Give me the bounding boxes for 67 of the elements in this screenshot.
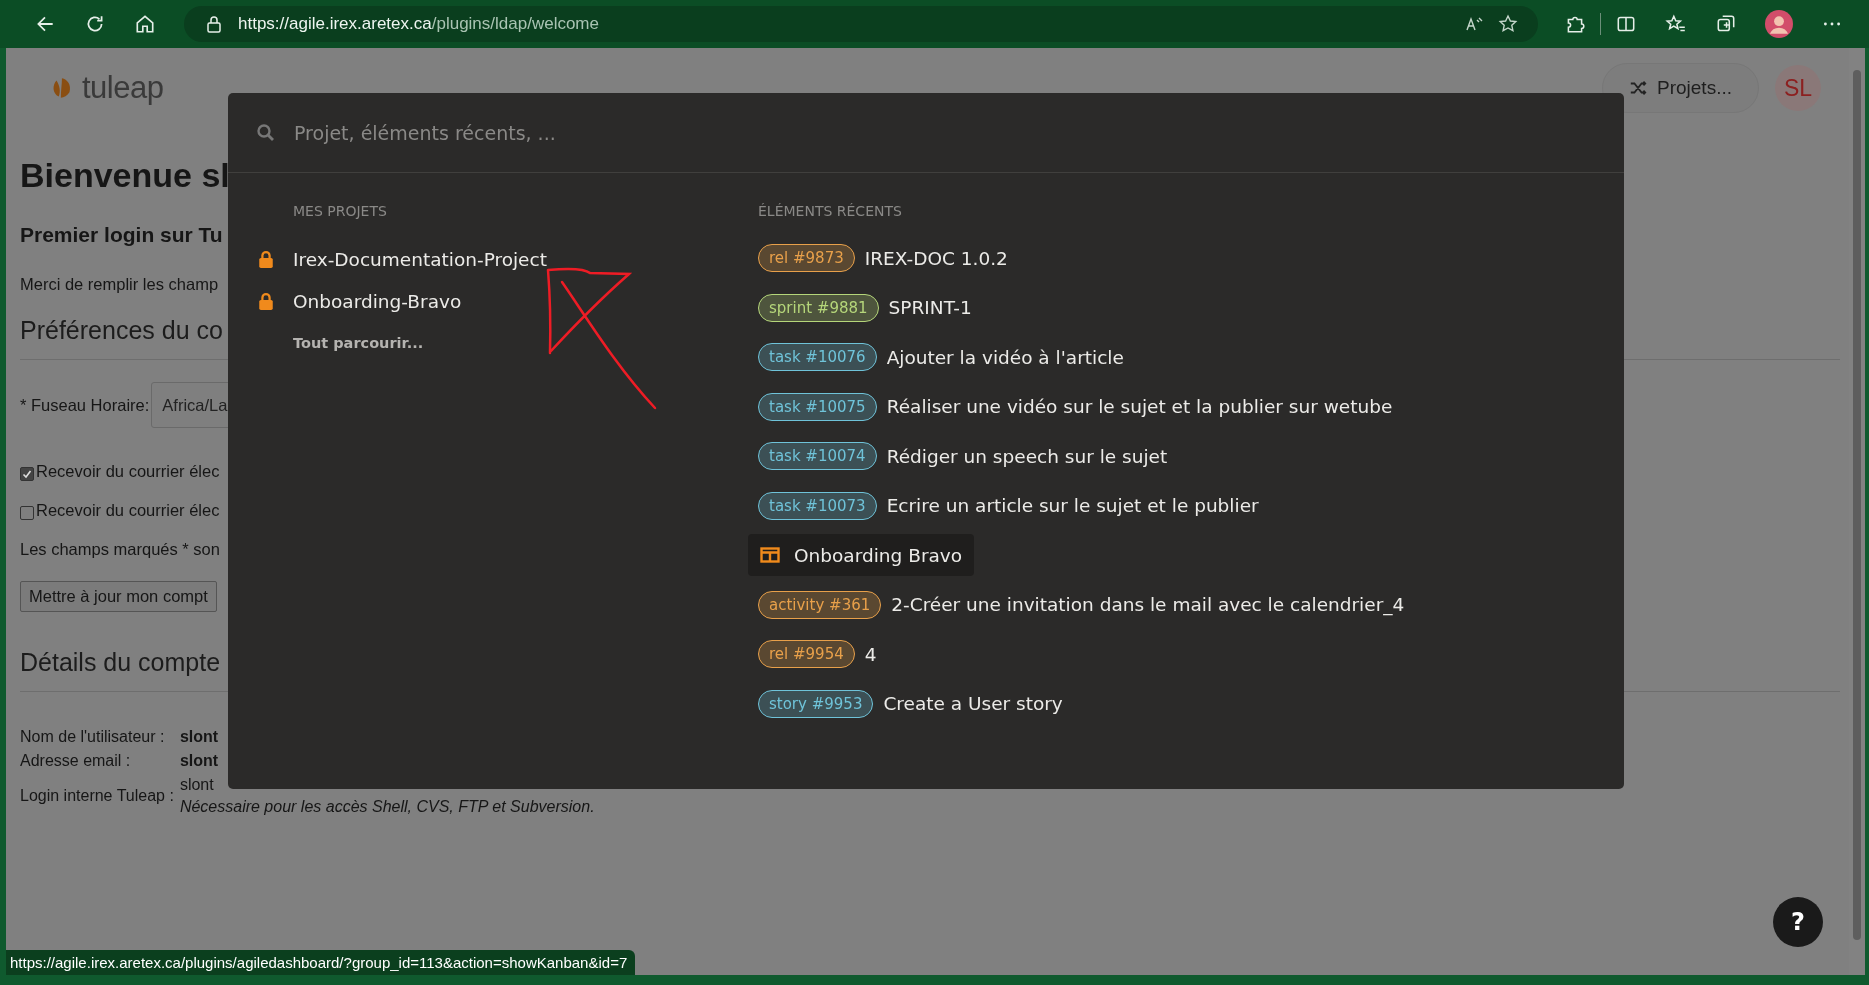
section-heading: Détails du compte: [20, 648, 221, 677]
page-title: Bienvenue sl: [20, 156, 230, 195]
help-button[interactable]: ?: [1773, 897, 1823, 947]
recent-item-title: Réaliser une vidéo sur le sujet et la publier sur wetube: [886, 396, 1393, 417]
section-heading: Préférences du co: [20, 316, 223, 345]
projects-button[interactable]: Projets...: [1602, 63, 1759, 113]
project-link[interactable]: Onboarding-Bravo: [293, 290, 462, 312]
detail-note: Nécessaire pour les accès Shell, CVS, FTP et Subversion.: [179, 798, 595, 816]
detail-label: Login interne Tuleap :: [20, 787, 174, 805]
recent-item-title: Ajouter la vidéo à l'article: [886, 346, 1124, 368]
detail-value: slont: [179, 752, 220, 770]
recent-item[interactable]: sprint #9881 SPRINT-1: [758, 286, 972, 329]
checkbox-label: Recevoir du courrier élec: [36, 462, 220, 481]
artifact-badge: rel #9954: [758, 640, 855, 668]
recent-item-title: Ecrire un article sur le sujet et le publier: [886, 495, 1259, 516]
checkbox[interactable]: [20, 506, 34, 520]
search-field[interactable]: Projet, éléments récents, ...: [292, 120, 1624, 145]
address-bar[interactable]: https://agile.irex.aretex.ca/plugins/ldap/welcome: [184, 6, 1538, 42]
browse-all-link[interactable]: Tout parcourir...: [293, 335, 758, 351]
project-link[interactable]: Irex-Documentation-Project: [293, 248, 547, 270]
recent-item[interactable]: task #10075 Réaliser une vidéo sur le sujet et la publier sur wetube: [758, 385, 1393, 428]
artifact-badge: task #10075: [758, 392, 877, 421]
recent-item[interactable]: story #9953 Create a User story: [758, 682, 1063, 725]
recent-item-title: 4: [864, 643, 877, 665]
home-icon[interactable]: [134, 13, 156, 35]
recent-item[interactable]: task #10073 Ecrire un article sur le sujet et le publier: [758, 484, 1259, 527]
recent-item[interactable]: rel #9873 IREX-DOC 1.0.2: [758, 237, 1008, 279]
recent-item[interactable]: rel #9954 4: [758, 633, 877, 675]
artifact-badge: rel #9873: [758, 244, 855, 272]
section-heading: MES PROJETS: [293, 203, 388, 219]
recent-item[interactable]: activity #361 2-Créer une invitation dans le mail avec le calendrier_4: [758, 583, 1405, 626]
update-account-button[interactable]: Mettre à jour mon compt: [20, 581, 217, 612]
url-text[interactable]: https://agile.irex.aretex.ca/plugins/ldap/welcome: [238, 14, 599, 34]
recent-item[interactable]: Onboarding Bravo: [748, 534, 975, 576]
detail-label: Nom de l'utilisateur :: [20, 728, 166, 746]
required-note: Les champs marqués * son: [20, 540, 220, 559]
detail-label: Adresse email :: [20, 752, 132, 770]
artifact-badge: activity #361: [758, 590, 882, 619]
detail-value: slont: [179, 728, 220, 746]
page-subtitle: Premier login sur Tu: [20, 223, 223, 247]
recent-item-title: Rédiger un speech sur le sujet: [886, 445, 1168, 467]
artifact-badge: story #9953: [758, 689, 874, 718]
artifact-badge: task #10073: [758, 491, 877, 520]
star-icon[interactable]: [1498, 14, 1518, 34]
artifact-badge: task #10076: [758, 343, 877, 371]
recent-item-title: Create a User story: [883, 693, 1063, 714]
section-heading: ÉLÉMENTS RÉCENTS: [758, 203, 902, 219]
artifact-badge: task #10074: [758, 442, 877, 470]
artifact-badge: sprint #9881: [758, 293, 879, 322]
detail-value: slont: [179, 776, 215, 794]
profile-avatar-icon[interactable]: [1765, 10, 1793, 38]
kanban-board-icon: [760, 547, 780, 563]
checkbox-label: Recevoir du courrier élec: [36, 501, 220, 520]
checkbox[interactable]: [20, 467, 34, 481]
intro-text: Merci de remplir les champ: [20, 275, 219, 294]
recent-item[interactable]: task #10074 Rédiger un speech sur le sujet: [758, 435, 1168, 477]
recent-item-title: SPRINT-1: [888, 297, 972, 318]
recent-item[interactable]: task #10076 Ajouter la vidéo à l'article: [758, 336, 1124, 378]
recent-item-title: 2-Créer une invitation dans le mail avec le calendrier_4: [891, 594, 1405, 615]
logo-text: tuleap: [82, 70, 164, 106]
recent-item-title: Onboarding Bravo: [794, 544, 963, 566]
search-icon: [256, 122, 276, 143]
shuffle-icon: [1629, 79, 1647, 97]
lock-icon[interactable]: [204, 14, 224, 34]
status-url: https://agile.irex.aretex.ca/plugins/agiledashboard/?group_id=113&action=showKanban&id=7: [6, 950, 636, 975]
timezone-label: * Fuseau Horaire:: [20, 395, 150, 415]
recent-item-title: IREX-DOC 1.0.2: [864, 247, 1008, 269]
